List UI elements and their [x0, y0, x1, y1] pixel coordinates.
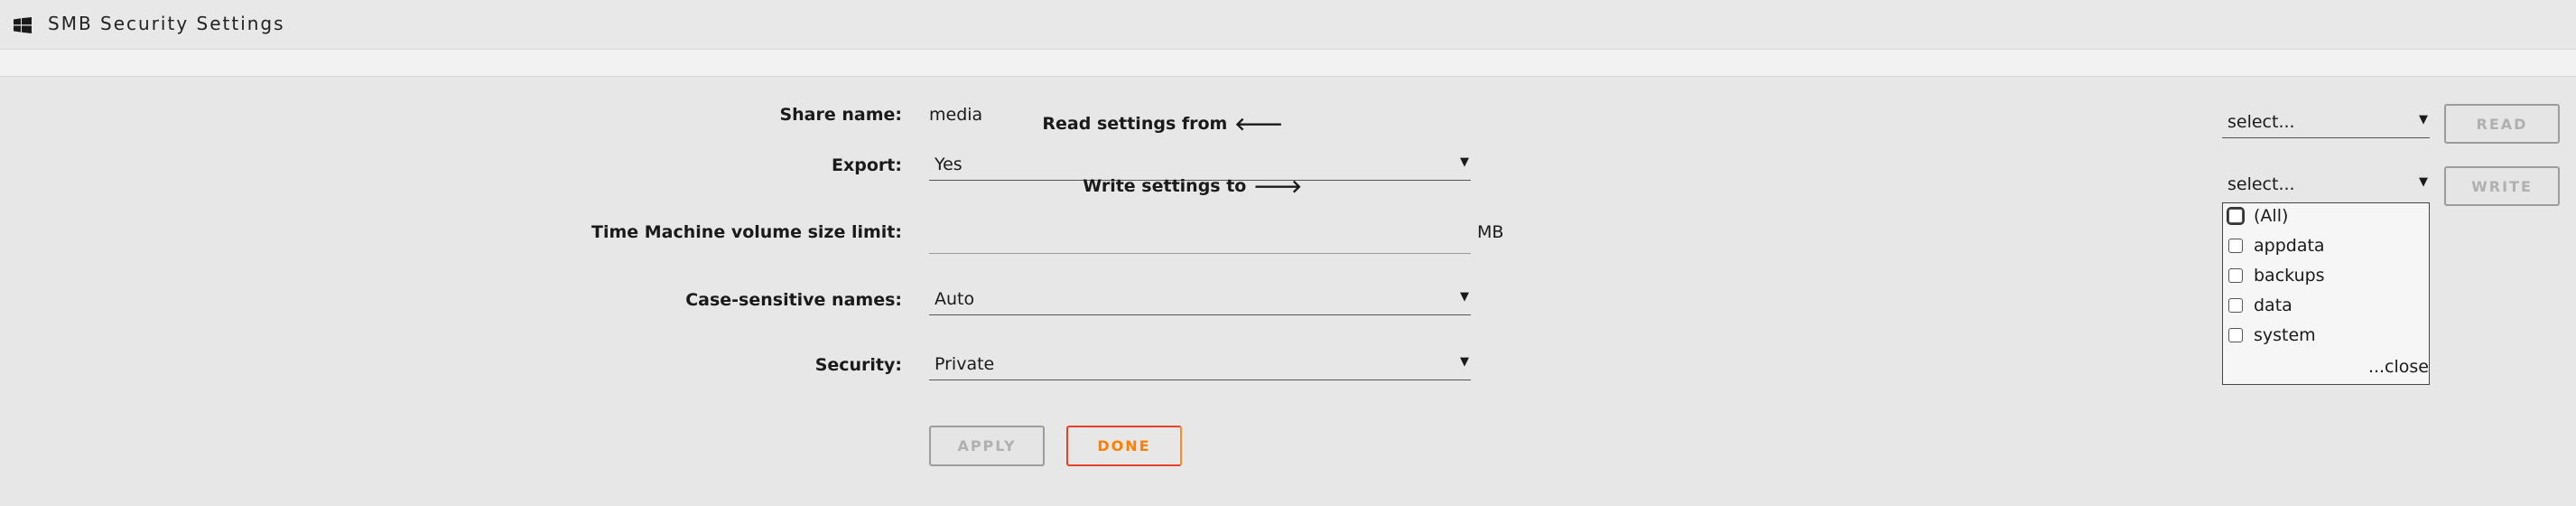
apply-button[interactable]: APPLY	[929, 426, 1045, 466]
share-name-label: Share name:	[779, 105, 902, 125]
option-data-checkbox[interactable]	[2228, 298, 2243, 313]
dropdown-arrow-icon: ▼	[2419, 113, 2428, 126]
arrow-left-icon: 🡐	[1234, 113, 1283, 135]
option-system-label: system	[2254, 325, 2316, 345]
option-backups-checkbox[interactable]	[2228, 268, 2243, 283]
time-machine-limit-input[interactable]	[929, 222, 1471, 254]
write-settings-select[interactable]: select... ▼	[2222, 170, 2430, 201]
dropdown-arrow-icon: ▼	[2419, 175, 2428, 189]
security-select-value: Private	[935, 354, 995, 374]
read-settings-label: Read settings from 🡐	[1042, 113, 1283, 135]
option-all-checkbox[interactable]	[2227, 207, 2245, 225]
dropdown-close-link[interactable]: ...close	[2368, 357, 2429, 377]
option-appdata-label: appdata	[2254, 236, 2325, 256]
windows-logo-icon	[14, 17, 32, 33]
title-bar: SMB Security Settings	[0, 0, 2576, 50]
done-button[interactable]: DONE	[1066, 426, 1182, 466]
read-settings-text: Read settings from	[1042, 114, 1228, 134]
option-appdata-checkbox[interactable]	[2228, 239, 2243, 253]
export-label: Export:	[832, 155, 902, 175]
read-settings-select[interactable]: select... ▼	[2222, 108, 2430, 138]
share-name-value: media	[929, 105, 983, 125]
option-data[interactable]: data	[2228, 295, 2292, 315]
case-sensitive-select[interactable]: Auto ▼	[929, 285, 1471, 315]
write-settings-text: Write settings to	[1083, 176, 1247, 196]
export-select-value: Yes	[935, 155, 963, 174]
option-system-checkbox[interactable]	[2228, 328, 2243, 342]
option-appdata[interactable]: appdata	[2228, 236, 2325, 256]
security-label: Security:	[814, 355, 902, 375]
write-settings-dropdown: (All) appdata backups data system ...clo…	[2222, 202, 2430, 385]
write-settings-label: Write settings to 🡒	[1083, 175, 1302, 197]
time-machine-limit-label: Time Machine volume size limit:	[591, 222, 902, 242]
option-backups[interactable]: backups	[2228, 266, 2325, 286]
option-all-label: (All)	[2254, 206, 2289, 226]
dropdown-arrow-icon: ▼	[1460, 155, 1469, 169]
dropdown-arrow-icon: ▼	[1460, 355, 1469, 369]
security-select[interactable]: Private ▼	[929, 350, 1471, 380]
write-button[interactable]: WRITE	[2444, 166, 2560, 206]
read-settings-select-value: select...	[2227, 112, 2295, 132]
option-all[interactable]: (All)	[2227, 206, 2289, 226]
arrow-right-icon: 🡒	[1253, 175, 1302, 197]
time-machine-unit: MB	[1477, 222, 1504, 242]
case-sensitive-label: Case-sensitive names:	[685, 290, 902, 310]
option-backups-label: backups	[2254, 266, 2325, 286]
option-system[interactable]: system	[2228, 325, 2316, 345]
window-title: SMB Security Settings	[48, 13, 285, 34]
write-settings-select-value: select...	[2227, 174, 2295, 194]
read-button[interactable]: READ	[2444, 104, 2560, 144]
case-sensitive-select-value: Auto	[935, 289, 975, 309]
dropdown-arrow-icon: ▼	[1460, 290, 1469, 304]
option-data-label: data	[2254, 295, 2292, 315]
